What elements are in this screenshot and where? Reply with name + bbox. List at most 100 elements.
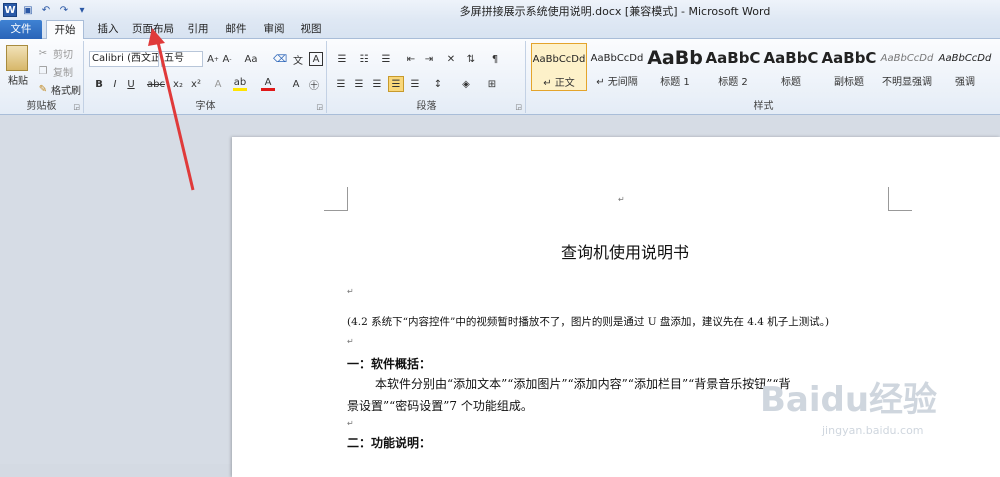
font-group: Calibri (西文正 五号 A + A- Aa ⌫ 文 A B I U abc… (85, 41, 327, 113)
style-preview: AaBbCcDd (880, 52, 934, 64)
tab-view[interactable]: 视图 (293, 20, 329, 39)
heading-software-overview[interactable]: 一：软件概括： (347, 355, 431, 372)
tab-home[interactable]: 开始 (46, 20, 84, 40)
body-line-2[interactable]: 景设置”“密码设置”7 个功能组成。 (347, 397, 533, 414)
shading-icon[interactable]: ◈ (458, 77, 474, 91)
paste-button[interactable]: 粘贴 (4, 73, 32, 87)
italic-icon[interactable]: I (109, 77, 121, 91)
dialog-launcher-icon[interactable]: ◲ (515, 103, 522, 111)
distributed-icon[interactable]: ☰ (408, 77, 422, 91)
style-label: 强调 (955, 77, 975, 88)
increase-indent-icon[interactable]: ⇥ (422, 52, 436, 66)
text-effect-icon[interactable]: A (211, 77, 225, 91)
ribbon: 粘贴 ✂ 剪切 ❐ 复制 ✎ 格式刷 剪贴板 ◲ Calibri (西文正 五号… (0, 39, 1000, 115)
document-title[interactable]: 查询机使用说明书 (561, 239, 689, 263)
shrink-font-icon[interactable]: A- (221, 52, 233, 66)
font-size-combo[interactable]: 五号 (161, 51, 203, 67)
cut-button[interactable]: 剪切 (50, 47, 76, 61)
phonetic-guide-icon[interactable]: 文 (291, 52, 305, 67)
align-center-icon[interactable]: ☰ (352, 77, 366, 91)
tab-insert[interactable]: 插入 (88, 20, 128, 39)
sort-icon[interactable]: ⇅ (464, 52, 478, 66)
bold-icon[interactable]: B (93, 77, 105, 91)
underline-icon[interactable]: U (125, 77, 137, 91)
heading-function-description[interactable]: 二：功能说明： (347, 434, 431, 451)
copy-button[interactable]: 复制 (50, 65, 76, 79)
char-border-icon[interactable]: A (309, 52, 323, 66)
style-preview: AaBbC (821, 49, 877, 67)
paste-icon[interactable] (6, 45, 28, 71)
tab-mailings[interactable]: 邮件 (218, 20, 254, 39)
chinese-layout-icon[interactable]: ✕ (444, 52, 458, 66)
justify-icon[interactable]: ☰ (388, 76, 404, 92)
paragraph-group: ☰ ☷ ☰ ⇤ ⇥ ✕ ⇅ ¶ ☰ ☰ ☰ ☰ ☰ ↕ ◈ ⊞ 段落 ◲ (328, 41, 526, 113)
clear-format-icon[interactable]: ⌫ (273, 52, 287, 66)
style-emphasis[interactable]: AaBbCcDd 强调 (937, 43, 993, 91)
copy-icon[interactable]: ❐ (38, 65, 48, 77)
tab-references[interactable]: 引用 (180, 20, 216, 39)
tab-review[interactable]: 审阅 (256, 20, 292, 39)
font-name-combo[interactable]: Calibri (西文正 (89, 51, 159, 67)
watermark-url: jingyan.baidu.com (822, 424, 924, 437)
note-paragraph[interactable]: (4.2 系统下“内容控件”中的视频暂时播放不了，图片的则是通过 U 盘添加，建… (347, 314, 829, 329)
window-title: 多屏拼接展示系统使用说明.docx [兼容模式] - Microsoft Wor… (459, 5, 771, 18)
style-label: 标题 1 (660, 77, 690, 88)
dialog-launcher-icon[interactable]: ◲ (316, 103, 323, 111)
styles-group-label: 样式 (753, 101, 774, 112)
subscript-icon[interactable]: x₂ (171, 77, 185, 91)
clipboard-group-label: 剪贴板 (26, 101, 57, 112)
style-preview: AaBb (647, 47, 703, 69)
style-label: 不明显强调 (882, 77, 932, 88)
change-case-icon[interactable]: Aa (243, 52, 259, 66)
align-left-icon[interactable]: ☰ (334, 77, 348, 91)
style-label: 副标题 (834, 77, 864, 88)
format-painter-icon[interactable]: ✎ (38, 83, 48, 95)
body-line-1[interactable]: 本软件分别由“添加文本”“添加图片”“添加内容”“添加栏目”“背景音乐按钮”“背 (375, 375, 791, 392)
format-painter-button[interactable]: 格式刷 (50, 83, 82, 97)
style-heading-2[interactable]: AaBbC 标题 2 (705, 43, 761, 91)
style-preview: AaBbCcDd (938, 52, 992, 64)
style-preview: AaBbCcDd (532, 53, 586, 65)
styles-group: AaBbCcDd ↵ 正文 AaBbCcDd ↵ 无间隔 AaBb 标题 1 A… (527, 41, 1000, 113)
borders-icon[interactable]: ⊞ (484, 77, 500, 91)
paragraph-mark: ↵ (347, 337, 354, 346)
baidu-watermark-logo: Baidu经验 (760, 380, 938, 420)
style-heading-1[interactable]: AaBb 标题 1 (647, 43, 703, 91)
clipboard-group: 粘贴 ✂ 剪切 ❐ 复制 ✎ 格式刷 剪贴板 ◲ (0, 41, 84, 113)
char-shading-icon[interactable]: A (289, 77, 303, 91)
title-bar: W ▣ ↶ ↷ ▾ 多屏拼接展示系统使用说明.docx [兼容模式] - Mic… (0, 0, 1000, 20)
superscript-icon[interactable]: x² (189, 77, 203, 91)
tab-file[interactable]: 文件 (0, 20, 42, 39)
dialog-launcher-icon[interactable]: ◲ (73, 103, 80, 111)
line-spacing-icon[interactable]: ↕ (430, 77, 446, 91)
font-group-label: 字体 (195, 101, 216, 112)
style-preview: AaBbC (763, 49, 819, 67)
style-label: ↵ 无间隔 (596, 77, 638, 88)
style-no-spacing[interactable]: AaBbCcDd ↵ 无间隔 (589, 43, 645, 91)
style-preview: AaBbCcDd (590, 52, 644, 64)
show-marks-icon[interactable]: ¶ (488, 52, 502, 66)
style-subtle-emphasis[interactable]: AaBbCcDd 不明显强调 (879, 43, 935, 91)
font-color-icon[interactable]: A (261, 77, 275, 91)
style-normal[interactable]: AaBbCcDd ↵ 正文 (531, 43, 587, 91)
paragraph-mark: ↵ (347, 287, 354, 296)
tab-page-layout[interactable]: 页面布局 (128, 20, 178, 39)
style-label: ↵ 正文 (543, 78, 575, 89)
decrease-indent-icon[interactable]: ⇤ (404, 52, 418, 66)
margin-corner-mark (888, 187, 912, 211)
numbering-icon[interactable]: ☷ (356, 52, 372, 66)
align-right-icon[interactable]: ☰ (370, 77, 384, 91)
style-label: 标题 (781, 77, 801, 88)
strikethrough-icon[interactable]: abc (147, 77, 165, 91)
enclose-char-icon[interactable]: ㊉ (307, 77, 321, 92)
style-preview: AaBbC (705, 49, 761, 67)
style-subtitle[interactable]: AaBbC 副标题 (821, 43, 877, 91)
multilevel-list-icon[interactable]: ☰ (378, 52, 394, 66)
highlight-icon[interactable]: ab (233, 77, 247, 91)
style-title[interactable]: AaBbC 标题 (763, 43, 819, 91)
margin-corner-mark (324, 187, 348, 211)
bullets-icon[interactable]: ☰ (334, 52, 350, 66)
cut-icon[interactable]: ✂ (38, 47, 48, 59)
grow-font-icon[interactable]: A + (207, 52, 219, 66)
paragraph-group-label: 段落 (416, 101, 437, 112)
